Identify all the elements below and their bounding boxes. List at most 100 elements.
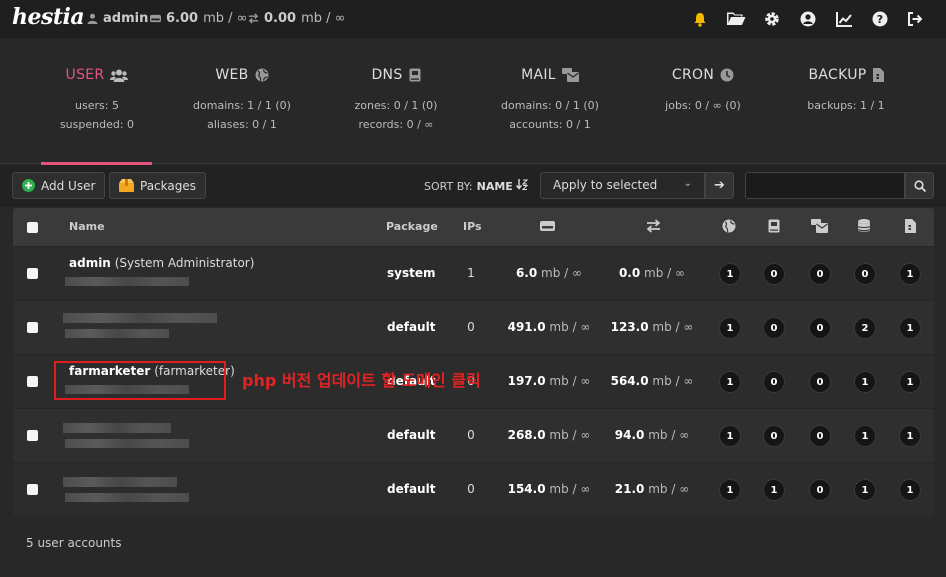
bw-unit: mb / ∞: [301, 11, 346, 26]
globe-icon: [255, 68, 269, 82]
disk-unit: mb / ∞: [203, 11, 248, 26]
header-name[interactable]: Name: [69, 220, 105, 233]
backup-count-badge: 1: [899, 371, 921, 393]
disk-cell: 197.0 mb / ∞: [505, 374, 593, 388]
table-row[interactable]: default 0 154.0 mb / ∞ 21.0 mb / ∞ 1 1 0 1 1: [13, 462, 934, 516]
package-cell: default: [387, 428, 435, 442]
ips-cell: 0: [467, 428, 475, 442]
toolbar: Add User Packages SORT BY: NAME Apply to …: [0, 165, 946, 207]
bulk-action-value: Apply to selected: [553, 178, 658, 192]
tab-cron-title: CRON: [671, 67, 715, 83]
sort-field: NAME: [476, 180, 513, 193]
web-domains-count: domains: 1 / 1 (0): [193, 99, 291, 112]
dns-count-badge: 0: [763, 317, 785, 339]
sort-alpha-down-icon: [516, 179, 529, 191]
table-row[interactable]: default 0 268.0 mb / ∞ 94.0 mb / ∞ 1 0 0 1 1: [13, 408, 934, 462]
redacted-email: [65, 493, 189, 502]
mail-bulk-icon: [561, 68, 579, 82]
exchange-icon: [248, 13, 259, 24]
web-count-badge: 1: [719, 425, 741, 447]
gear-icon[interactable]: [763, 10, 781, 28]
question-circle-icon[interactable]: ?: [871, 10, 889, 28]
row-checkbox[interactable]: [27, 322, 38, 333]
mail-accounts-count: accounts: 0 / 1: [509, 118, 591, 131]
select-all-checkbox[interactable]: [27, 222, 38, 233]
packages-button[interactable]: Packages: [109, 172, 206, 199]
tab-web-title: WEB: [215, 67, 249, 83]
disk-cell: 6.0 mb / ∞: [505, 266, 593, 280]
folder-open-icon[interactable]: [726, 10, 746, 28]
disk-cell: 154.0 mb / ∞: [505, 482, 593, 496]
package-cell: default: [387, 482, 435, 496]
package-cell: default: [387, 320, 435, 334]
backup-count-badge: 1: [899, 425, 921, 447]
book-icon: [768, 219, 780, 233]
bulk-action-select[interactable]: Apply to selected ⌄: [540, 172, 705, 199]
topbar-disk-usage: 6.00 mb / ∞: [150, 11, 247, 26]
backup-count-badge: 1: [899, 479, 921, 501]
bandwidth-cell: 564.0 mb / ∞: [608, 374, 696, 388]
disk-unit: mb / ∞: [549, 482, 591, 496]
bell-icon[interactable]: [691, 10, 709, 28]
search-button[interactable]: [905, 172, 934, 199]
add-user-button[interactable]: Add User: [12, 172, 106, 199]
disk-value: 154.0: [507, 482, 546, 496]
user-icon: [87, 13, 98, 24]
mail-count-badge: 0: [809, 371, 831, 393]
stats-panel: USER users: 5 suspended: 0 WEB domains: …: [0, 38, 946, 164]
apply-button[interactable]: ➔: [705, 172, 734, 199]
hestia-logo[interactable]: hestia: [12, 4, 85, 30]
disk-cell: 268.0 mb / ∞: [505, 428, 593, 442]
box-icon: [119, 179, 134, 192]
row-checkbox[interactable]: [27, 268, 38, 279]
dns-count-badge: 0: [763, 425, 785, 447]
file-archive-icon: [905, 219, 916, 233]
file-icon: [872, 68, 884, 82]
package-cell: system: [387, 266, 436, 280]
sort-by-control[interactable]: SORT BY: NAME: [424, 179, 529, 193]
backups-count: backups: 1 / 1: [807, 99, 885, 112]
package-name: default: [387, 482, 436, 496]
search-input[interactable]: [745, 172, 905, 199]
row-checkbox[interactable]: [27, 484, 38, 495]
tab-dns-title: DNS: [371, 67, 403, 83]
package-name: system: [387, 266, 436, 280]
chevron-down-icon: ⌄: [683, 178, 692, 189]
exchange-icon: [646, 219, 661, 233]
tab-backup-title: BACKUP: [808, 67, 867, 83]
web-aliases-count: aliases: 0 / 1: [207, 118, 277, 131]
row-checkbox[interactable]: [27, 430, 38, 441]
db-count-badge: 1: [854, 371, 876, 393]
header-ips: IPs: [463, 220, 482, 233]
redacted-email: [65, 277, 189, 286]
user-circle-icon[interactable]: [799, 10, 817, 28]
globe-icon: [722, 219, 736, 233]
topbar-username: admin: [103, 11, 149, 26]
package-name: default: [387, 428, 436, 442]
db-count-badge: 1: [854, 425, 876, 447]
topbar-user[interactable]: admin: [87, 11, 148, 26]
bandwidth-unit: mb / ∞: [644, 266, 686, 280]
chart-line-icon[interactable]: [835, 10, 853, 28]
db-count-badge: 1: [854, 479, 876, 501]
dns-records-count: records: 0 / ∞: [358, 118, 434, 131]
row-checkbox[interactable]: [27, 376, 38, 387]
username[interactable]: admin: [69, 256, 111, 270]
disk-value: 6.0: [515, 266, 538, 280]
db-count-badge: 0: [854, 263, 876, 285]
table-row[interactable]: default 0 491.0 mb / ∞ 123.0 mb / ∞ 1 0 0 2 1: [13, 300, 934, 354]
user-fullname: (System Administrator): [114, 256, 255, 270]
sign-out-icon[interactable]: [906, 10, 924, 28]
disk-value: 268.0: [507, 428, 546, 442]
table-row[interactable]: admin (System Administrator) system 1 6.0 …: [13, 246, 934, 300]
bandwidth-value: 94.0: [614, 428, 645, 442]
user-accounts-count: 5 user accounts: [26, 536, 122, 550]
user-name-cell[interactable]: admin (System Administrator): [69, 256, 254, 270]
web-count-badge: 1: [719, 317, 741, 339]
topbar-bandwidth: 0.00 mb / ∞: [248, 11, 345, 26]
ips-cell: 1: [467, 266, 475, 280]
disk-value: 197.0: [507, 374, 546, 388]
sort-by-label: SORT BY:: [424, 180, 473, 193]
cron-jobs-count: jobs: 0 / ∞ (0): [665, 99, 741, 112]
add-user-label: Add User: [41, 178, 96, 193]
